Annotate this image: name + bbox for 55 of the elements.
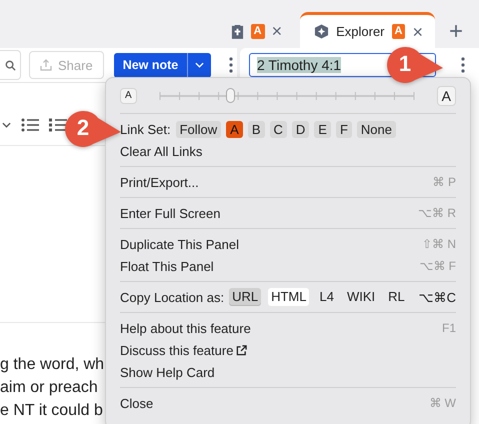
- menu-item[interactable]: Enter Full Screen ⌥⌘ R: [120, 202, 456, 224]
- upload-icon: [40, 59, 52, 71]
- copy-format-option[interactable]: WIKI: [344, 288, 378, 306]
- panel-tab[interactable]: A ×: [220, 14, 292, 48]
- copy-format-option[interactable]: RL: [385, 288, 408, 306]
- callout-marker: 2: [64, 110, 122, 148]
- add-tab-button[interactable]: +: [434, 20, 479, 48]
- large-text-button[interactable]: A: [436, 86, 456, 106]
- menu-item[interactable]: Discuss this feature: [120, 339, 456, 361]
- body-text-line: aim or preach: [0, 378, 98, 398]
- chevron-down-icon: [195, 62, 204, 68]
- menu-item[interactable]: Help about this feature F1: [120, 317, 456, 339]
- link-set-option[interactable]: C: [270, 120, 287, 138]
- slider-thumb[interactable]: [226, 88, 235, 103]
- link-set-badge: A: [392, 24, 406, 39]
- link-set-option[interactable]: D: [292, 120, 310, 138]
- dropdown-button[interactable]: [187, 52, 212, 78]
- link-set-badge: A: [250, 24, 265, 38]
- numbered-list-icon[interactable]: [49, 118, 67, 132]
- menu-item[interactable]: Clear All Links: [120, 140, 456, 162]
- shortcut-text: ⌥⌘C: [418, 290, 456, 304]
- chevron-down-icon[interactable]: [2, 122, 11, 128]
- close-tab-button[interactable]: ×: [272, 22, 282, 40]
- hexagon-icon: [314, 24, 330, 39]
- copy-location-label: Copy Location as:: [120, 290, 224, 304]
- link-set-option[interactable]: E: [314, 120, 331, 138]
- link-set-option[interactable]: Follow: [176, 120, 222, 138]
- search-button[interactable]: [0, 50, 21, 80]
- callout-marker: 1: [386, 46, 444, 84]
- bullet-list-icon[interactable]: [21, 118, 39, 132]
- link-set-label: Link Set:: [120, 122, 171, 136]
- menu-item[interactable]: Show Help Card: [120, 361, 456, 383]
- link-set-option[interactable]: F: [336, 120, 352, 138]
- body-text-line: e NT it could b: [0, 401, 103, 421]
- menu-item[interactable]: Close ⌘ W: [120, 392, 456, 414]
- more-icon[interactable]: [461, 57, 465, 73]
- link-set-option[interactable]: B: [248, 120, 265, 138]
- copy-format-option[interactable]: HTML: [268, 288, 310, 306]
- link-set-option[interactable]: A: [226, 120, 243, 138]
- font-size-slider[interactable]: [156, 88, 417, 104]
- tab-label: Explorer: [336, 24, 385, 39]
- close-tab-button[interactable]: ×: [412, 22, 423, 40]
- new-note-button[interactable]: New note: [114, 52, 188, 78]
- body-text-line: g the word, wh: [0, 355, 104, 375]
- menu-item[interactable]: Float This Panel ⌥⌘ F: [120, 255, 456, 277]
- copy-format-option[interactable]: L4: [316, 288, 337, 306]
- menu-item[interactable]: Duplicate This Panel ⇧⌘ N: [120, 233, 456, 255]
- clipboard-icon: [230, 24, 244, 38]
- menu-item[interactable]: Print/Export... ⌘ P: [120, 171, 456, 193]
- more-icon[interactable]: [229, 57, 234, 73]
- small-text-button[interactable]: A: [120, 88, 137, 104]
- search-icon: [4, 60, 16, 70]
- link-set-option[interactable]: None: [356, 120, 396, 138]
- copy-format-option[interactable]: URL: [229, 288, 262, 306]
- panel-tab[interactable]: Explorer A ×: [300, 12, 435, 48]
